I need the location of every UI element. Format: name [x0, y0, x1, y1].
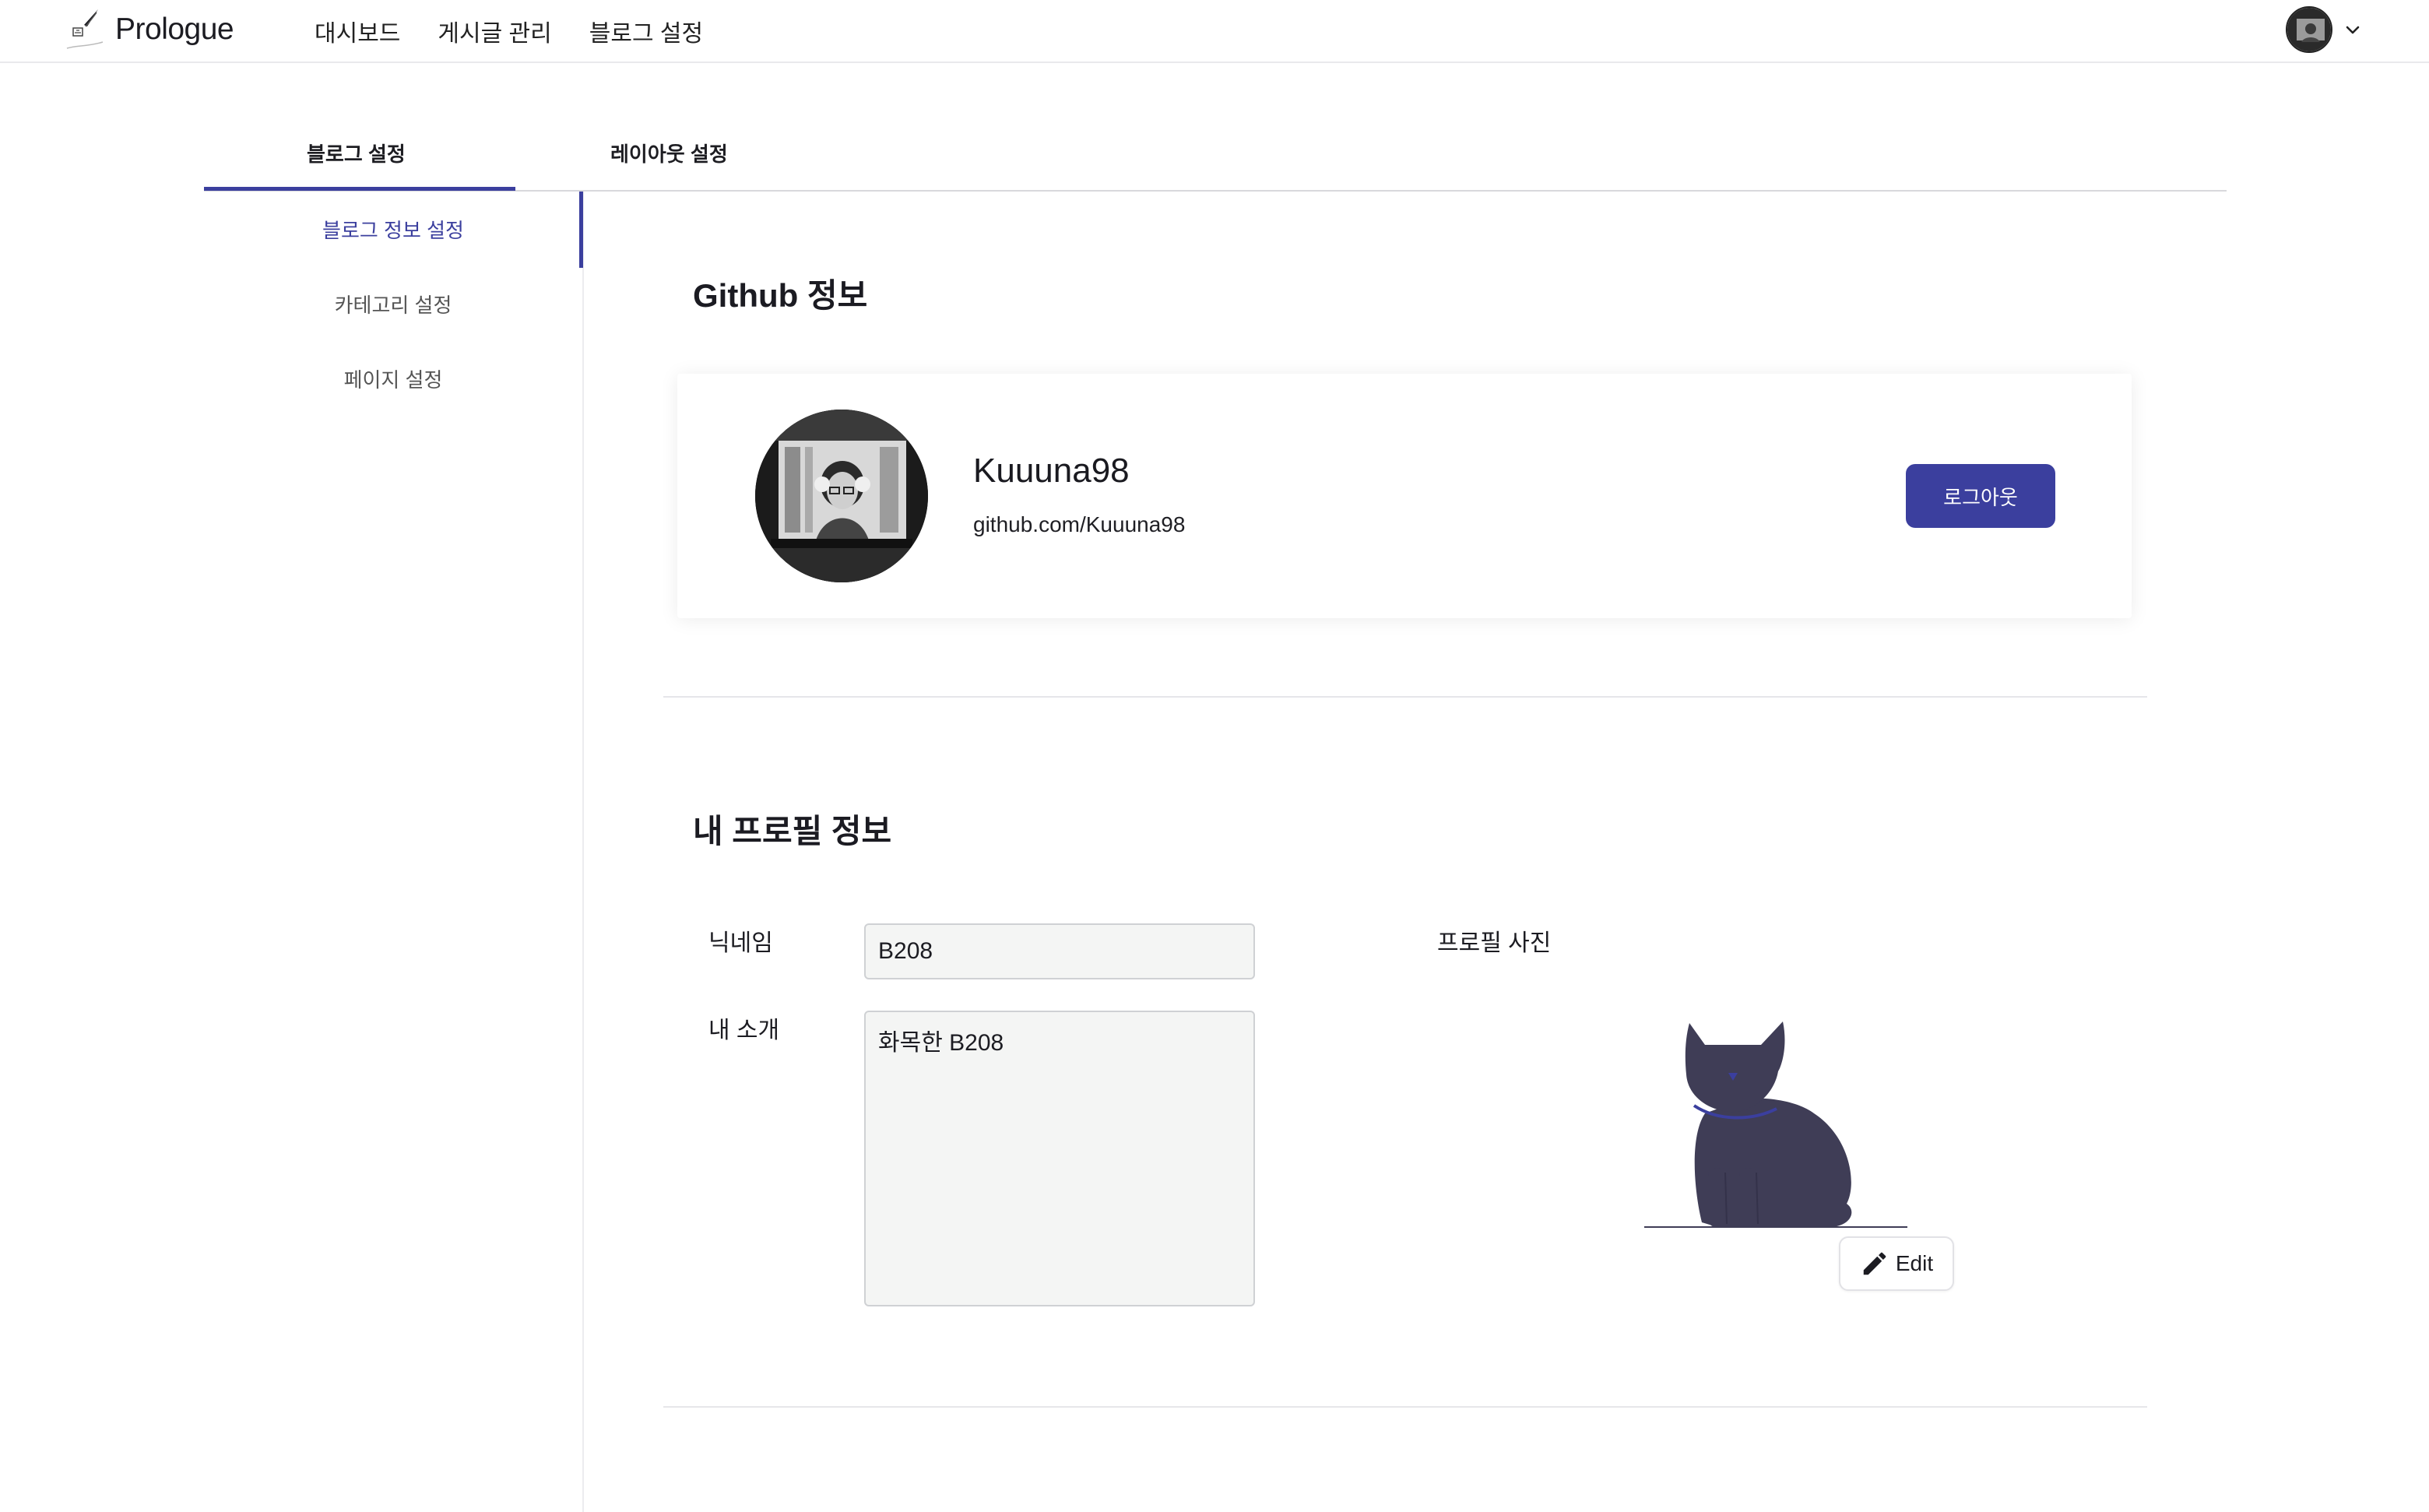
nav-post-management[interactable]: 게시글 관리 [438, 14, 551, 48]
nickname-input[interactable] [864, 923, 1255, 979]
nav-dashboard[interactable]: 대시보드 [315, 14, 400, 48]
tab-blog-settings[interactable]: 블로그 설정 [307, 139, 406, 167]
profile-photo-label: 프로필 사진 [1437, 930, 1552, 956]
github-section-title: Github 정보 [693, 277, 868, 314]
app-logo[interactable]: Prologue [64, 6, 234, 53]
nickname-label: 닉네임 [708, 930, 773, 956]
sidebar-item-page[interactable]: 페이지 설정 [204, 364, 582, 393]
user-menu[interactable] [2286, 6, 2362, 53]
intro-textarea[interactable]: 화목한 B208 [864, 1011, 1255, 1306]
sidebar-divider [582, 192, 584, 1512]
chevron-down-icon[interactable] [2343, 20, 2362, 39]
github-profile-link[interactable]: github.com/Kuuuna98 [973, 512, 1185, 537]
avatar[interactable] [2286, 6, 2332, 53]
tab-active-indicator [204, 187, 515, 191]
profile-photo-cat-illustration [1644, 1021, 1907, 1228]
edit-button-label: Edit [1895, 1251, 1934, 1275]
top-header: Prologue 대시보드 게시글 관리 블로그 설정 [0, 0, 2429, 63]
sidebar-active-indicator [579, 192, 583, 268]
app-name: Prologue [115, 12, 234, 46]
github-avatar-photo [755, 410, 928, 582]
nav-blog-settings[interactable]: 블로그 설정 [589, 14, 703, 48]
sidebar-item-category[interactable]: 카테고리 설정 [204, 290, 582, 318]
tab-layout-settings[interactable]: 레이아웃 설정 [610, 139, 728, 167]
section-divider [663, 696, 2147, 698]
github-avatar [755, 410, 928, 582]
profile-section-title: 내 프로필 정보 [693, 813, 892, 849]
main-nav: 대시보드 게시글 관리 블로그 설정 [315, 14, 740, 48]
intro-label: 내 소개 [708, 1018, 780, 1043]
quill-logo-icon [66, 9, 104, 49]
logout-button[interactable]: 로그아웃 [1906, 464, 2055, 528]
github-username: Kuuuna98 [973, 452, 1130, 490]
github-card: Kuuuna98 github.com/Kuuuna98 로그아웃 [677, 374, 2132, 618]
pencil-icon [1863, 1252, 1886, 1275]
avatar-photo [2287, 8, 2331, 51]
sidebar-item-blog-info[interactable]: 블로그 정보 설정 [204, 215, 582, 244]
section-divider-bottom [663, 1406, 2147, 1408]
edit-photo-button[interactable]: Edit [1839, 1236, 1954, 1291]
